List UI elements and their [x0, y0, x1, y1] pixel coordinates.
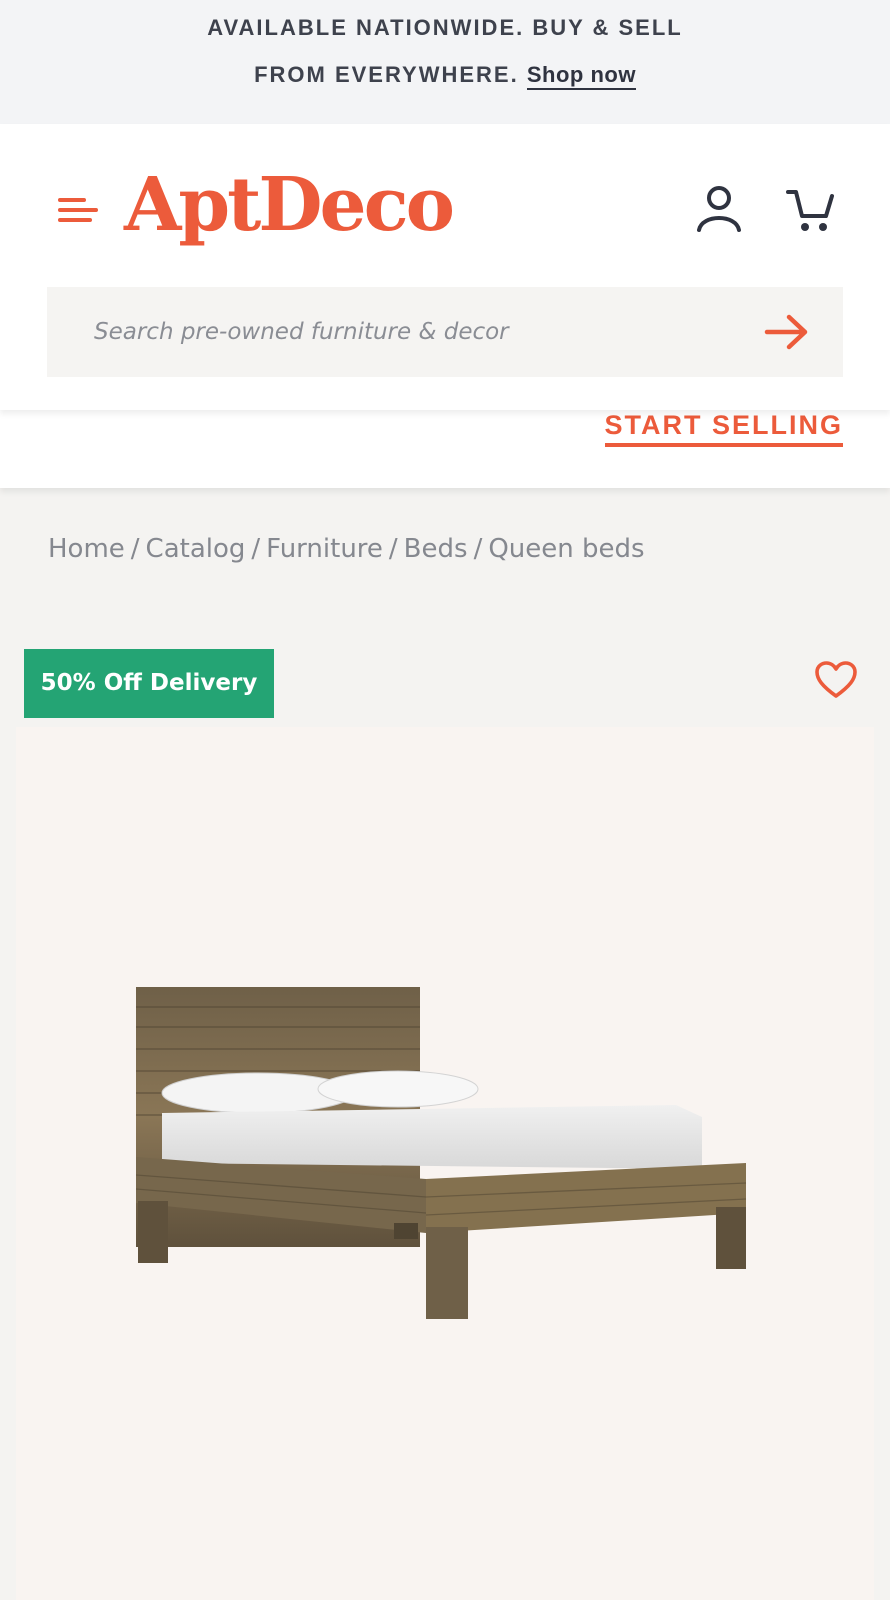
shop-now-link[interactable]: Shop now [526, 62, 636, 90]
breadcrumb-separator: / [388, 534, 398, 564]
breadcrumb-queen-beds[interactable]: Queen beds [488, 534, 644, 564]
start-selling-link[interactable]: START SELLING [604, 410, 843, 447]
hamburger-menu-icon[interactable] [58, 194, 104, 228]
breadcrumb-home[interactable]: Home [48, 534, 125, 564]
breadcrumb-separator: / [130, 534, 140, 564]
breadcrumb: Home / Catalog / Furniture / Beds / Queen beds [48, 534, 645, 564]
product-image-panel[interactable] [16, 727, 874, 1600]
announcement-text: FROM EVERYWHERE. [254, 62, 519, 87]
search-input[interactable] [47, 287, 747, 377]
sell-bar: START SELLING [0, 410, 890, 488]
product-page: AVAILABLE NATIONWIDE. BUY & SELL FROM EV… [0, 0, 890, 1600]
announcement-line-2: FROM EVERYWHERE. Shop now [0, 62, 890, 90]
shopping-cart-icon[interactable] [786, 186, 836, 234]
heart-icon[interactable] [814, 660, 858, 700]
breadcrumb-separator: / [473, 534, 483, 564]
aptdeco-logo[interactable]: AptDeco [124, 160, 455, 250]
search-bar [47, 287, 843, 377]
breadcrumb-furniture[interactable]: Furniture [266, 534, 383, 564]
announcement-bar: AVAILABLE NATIONWIDE. BUY & SELL FROM EV… [0, 0, 890, 124]
announcement-line-1: AVAILABLE NATIONWIDE. BUY & SELL [207, 15, 683, 40]
delivery-discount-badge: 50% Off Delivery [24, 649, 274, 718]
user-account-icon[interactable] [694, 184, 744, 234]
breadcrumb-separator: / [251, 534, 261, 564]
arrow-right-icon[interactable] [763, 312, 811, 352]
breadcrumb-beds[interactable]: Beds [404, 534, 468, 564]
breadcrumb-catalog[interactable]: Catalog [146, 534, 246, 564]
site-header: AptDeco [0, 124, 890, 410]
product-image-bed [136, 987, 747, 1319]
